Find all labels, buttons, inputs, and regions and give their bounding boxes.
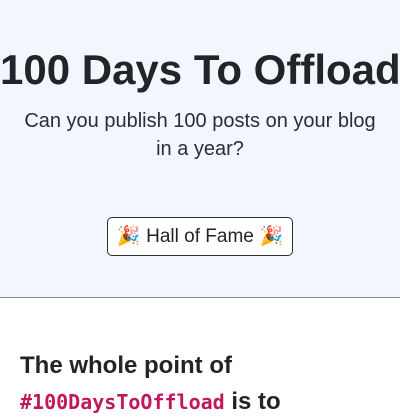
page-title: 100 Days To Offload <box>0 46 400 93</box>
hero-section: 100 Days To Offload Can you publish 100 … <box>0 0 400 298</box>
page-subtitle: Can you publish 100 posts on your blog i… <box>24 110 376 160</box>
intro-heading: The whole point of #100DaysToOffload is … <box>20 348 380 420</box>
intro-lead-text: The whole point of <box>20 352 232 379</box>
hall-of-fame-label: Hall of Fame <box>146 225 254 247</box>
hall-of-fame-button[interactable]: 🎉 Hall of Fame 🎉 <box>107 217 293 256</box>
party-popper-icon: 🎉 <box>259 226 284 247</box>
party-popper-icon: 🎉 <box>116 226 141 247</box>
hashtag-link[interactable]: #100DaysToOffload <box>20 390 225 414</box>
intro-trail-text: is to <box>231 388 281 415</box>
